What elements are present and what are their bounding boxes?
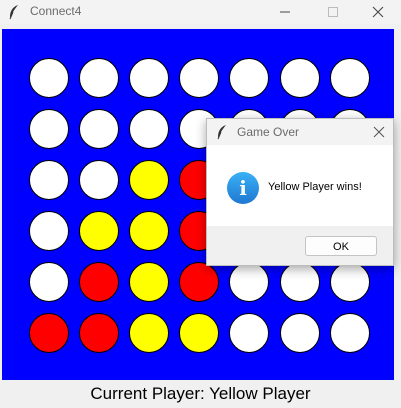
ok-button[interactable]: OK [305, 236, 377, 256]
board-cell-yellow[interactable] [129, 211, 169, 251]
board-cell-empty[interactable] [280, 58, 320, 98]
minimize-button[interactable] [262, 0, 308, 24]
board-cell-empty[interactable] [79, 160, 119, 200]
board-cell-empty[interactable] [29, 160, 69, 200]
board-cell-empty[interactable] [330, 58, 370, 98]
board-cell-empty[interactable] [29, 58, 69, 98]
board-cell-empty[interactable] [179, 58, 219, 98]
feather-icon [8, 4, 20, 20]
dialog-title: Game Over [237, 125, 300, 139]
feather-icon [216, 124, 228, 145]
board-cell-empty[interactable] [280, 262, 320, 302]
maximize-button[interactable] [310, 0, 356, 24]
status-label: Current Player: Yellow Player [0, 380, 401, 408]
board-cell-empty[interactable] [79, 58, 119, 98]
dialog-message: Yellow Player wins! [268, 181, 362, 193]
board-cell-empty[interactable] [280, 313, 320, 353]
board-cell-empty[interactable] [129, 58, 169, 98]
dialog-title-bar: Game Over [207, 119, 393, 145]
close-icon [372, 6, 384, 18]
board-cell-red[interactable] [79, 313, 119, 353]
minimize-icon [280, 11, 290, 13]
close-button[interactable] [355, 0, 401, 24]
board-cell-red[interactable] [29, 313, 69, 353]
board-cell-empty[interactable] [229, 313, 269, 353]
board-cell-red[interactable] [79, 262, 119, 302]
board-cell-yellow[interactable] [129, 160, 169, 200]
maximize-icon [328, 7, 338, 17]
window-title: Connect4 [30, 4, 82, 18]
board-cell-empty[interactable] [229, 58, 269, 98]
board-cell-empty[interactable] [79, 109, 119, 149]
board-cell-empty[interactable] [129, 109, 169, 149]
board-cell-empty[interactable] [229, 262, 269, 302]
board-cell-red[interactable] [179, 262, 219, 302]
board-cell-empty[interactable] [330, 262, 370, 302]
game-over-dialog: Game Over i Yellow Player wins! OK [206, 118, 394, 266]
board-cell-empty[interactable] [330, 313, 370, 353]
info-icon: i [227, 172, 259, 204]
board-cell-yellow[interactable] [129, 262, 169, 302]
board-cell-yellow[interactable] [79, 211, 119, 251]
board-cell-empty[interactable] [29, 262, 69, 302]
board-cell-empty[interactable] [29, 109, 69, 149]
board-cell-empty[interactable] [29, 211, 69, 251]
dialog-body: i Yellow Player wins! [207, 145, 393, 226]
board-cell-yellow[interactable] [129, 313, 169, 353]
title-bar: Connect4 [0, 0, 401, 24]
dialog-footer: OK [207, 226, 393, 265]
dialog-close-icon[interactable] [373, 125, 385, 143]
board-cell-yellow[interactable] [179, 313, 219, 353]
